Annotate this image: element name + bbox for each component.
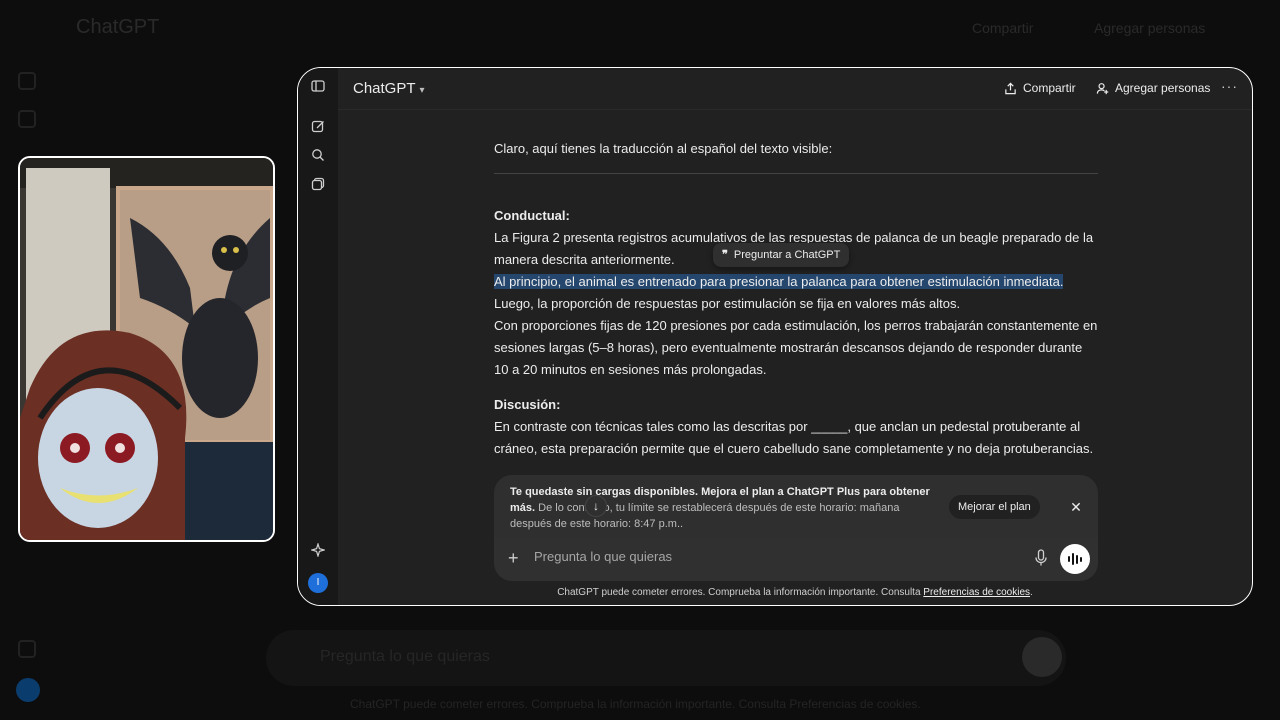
section-conductual: Conductual: La Figura 2 presenta registr… xyxy=(494,205,1098,381)
sidebar-toggle-icon[interactable] xyxy=(308,78,328,98)
cookie-preferences-link[interactable]: Preferencias de cookies xyxy=(923,587,1030,598)
close-icon[interactable]: ✕ xyxy=(1064,495,1088,519)
library-icon[interactable] xyxy=(308,176,328,196)
section-heading: Conductual: xyxy=(494,208,570,223)
composer: + xyxy=(494,537,1098,581)
add-people-label: Agregar personas xyxy=(1115,81,1211,95)
add-people-button[interactable]: Agregar personas xyxy=(1096,81,1210,95)
limit-message: Te quedaste sin cargas disponibles. Mejo… xyxy=(510,484,930,532)
webcam-feed-image xyxy=(20,158,273,540)
user-avatar[interactable]: I xyxy=(308,573,328,593)
add-attachment-button[interactable]: + xyxy=(508,547,519,569)
selection-highlight: Al principio, el animal es entrenado par… xyxy=(494,274,1064,289)
background-footer: ChatGPT puede cometer errores. Comprueba… xyxy=(350,697,921,711)
background-share-button: Compartir xyxy=(972,20,1034,36)
more-options-icon[interactable]: ··· xyxy=(1221,78,1238,94)
limit-message-rest: De lo contrario, tu límite se restablece… xyxy=(510,502,900,530)
ask-chatgpt-label: Preguntar a ChatGPT xyxy=(733,249,841,261)
share-label: Compartir xyxy=(1023,81,1076,95)
divider xyxy=(494,173,1098,174)
disclaimer-text: ChatGPT puede cometer errores. Comprueba… xyxy=(557,587,924,598)
background-sparkle-icon xyxy=(18,640,36,658)
paragraph-line: En contraste con técnicas tales como las… xyxy=(494,419,1094,456)
section-heading: Discusión: xyxy=(494,397,561,412)
chat-header: ChatGPT ▾ Compartir Agregar personas ··· xyxy=(338,68,1252,110)
background-add-people-button: Agregar personas xyxy=(1094,20,1206,36)
disclaimer-end: . xyxy=(1030,587,1033,598)
background-voice-button xyxy=(1022,637,1062,677)
add-person-icon xyxy=(1096,82,1109,94)
message-intro: Claro, aquí tienes la traducción al espa… xyxy=(494,141,833,156)
arrow-down-icon[interactable]: ↓ xyxy=(585,495,607,517)
share-button[interactable]: Compartir xyxy=(1004,81,1076,95)
ask-chatgpt-popup[interactable]: ❞ Preguntar a ChatGPT xyxy=(713,243,850,267)
upgrade-plan-button[interactable]: Mejorar el plan xyxy=(949,495,1040,519)
new-chat-icon[interactable] xyxy=(308,118,328,138)
prompt-input[interactable] xyxy=(534,549,1014,564)
share-icon xyxy=(1005,82,1016,94)
background-title: ChatGPT xyxy=(76,16,160,38)
sparkle-icon[interactable] xyxy=(308,541,328,562)
background-avatar xyxy=(16,678,40,702)
model-selector[interactable]: ChatGPT ▾ xyxy=(353,80,425,97)
sidebar-rail: I xyxy=(298,68,338,605)
voice-mode-icon[interactable] xyxy=(1060,544,1090,574)
chevron-down-icon: ▾ xyxy=(419,85,425,96)
search-icon[interactable] xyxy=(308,147,328,167)
paragraph-line: Con proporciones fijas de 120 presiones … xyxy=(494,318,1098,377)
quote-icon: ❞ xyxy=(722,249,728,261)
background-new-chat-icon xyxy=(18,72,36,90)
model-label: ChatGPT xyxy=(353,80,416,97)
section-discusion: Discusión: En contraste con técnicas tal… xyxy=(494,394,1098,460)
webcam-overlay xyxy=(18,156,275,542)
chatgpt-window: I ChatGPT ▾ Compartir Agregar personas ··… xyxy=(297,67,1253,606)
disclaimer: ChatGPT puede cometer errores. Comprueba… xyxy=(338,587,1252,598)
background-search-icon xyxy=(18,110,36,128)
mic-icon[interactable] xyxy=(1034,549,1048,567)
background-prompt-placeholder: Pregunta lo que quieras xyxy=(320,648,490,665)
background-header: ChatGPT Compartir Agregar personas xyxy=(0,0,1280,56)
selected-text[interactable]: Al principio, el animal es entrenado par… xyxy=(494,271,1098,293)
paragraph-line: Luego, la proporción de respuestas por e… xyxy=(494,296,961,311)
